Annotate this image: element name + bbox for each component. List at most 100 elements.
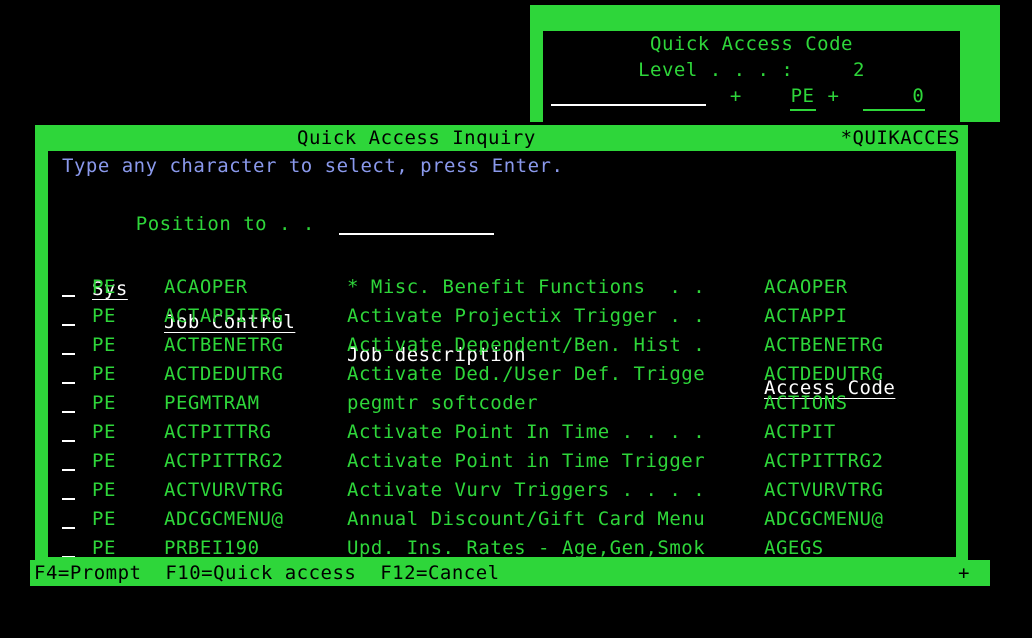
row-select-underscore [62,539,75,557]
row-select-underscore [62,365,75,384]
row-cell-access-code: ACTIONS [764,392,848,414]
main-screen: Type any character to select, press Ente… [48,151,956,557]
row-cell-sys: PE [92,392,116,414]
row-cell-job-control: ACTVURVTRG [164,479,284,501]
row-cell-job-description: Activate Point In Time . . . . [347,421,706,443]
page-title: Quick Access Inquiry [297,127,536,149]
system-name-label: *QUIKACCES [840,127,960,149]
row-select-input[interactable] [62,505,84,534]
table-row[interactable]: PE ACTAPPITRG Activate Projectix Trigger .… [48,302,956,331]
table-row[interactable]: PE ACTDEDUTRG Activate Ded./User Def. Trig… [48,360,956,389]
row-cell-sys: PE [92,334,116,356]
row-cell-sys: PE [92,537,116,557]
row-cell-sys: PE [92,450,116,472]
main-title-bar: Quick Access Inquiry *QUIKACCES [35,125,968,151]
row-cell-job-description: * Misc. Benefit Functions . . [347,276,706,298]
popup-level-spacer [793,59,853,81]
quick-access-code-popup-screen: Quick Access Code Level . . . : 2 + PE +… [543,31,960,122]
row-select-input[interactable] [62,360,84,389]
row-cell-sys: PE [92,363,116,385]
row-cell-access-code: AGEGS [764,537,824,557]
row-cell-sys: PE [92,421,116,443]
row-cell-job-control: PEGMTRAM [164,392,260,414]
row-cell-job-control: PRBEI190 [164,537,260,557]
row-cell-access-code: ACTDEDUTRG [764,363,884,385]
table-row[interactable]: PE ACTPITTRG Activate Point In Time . . . … [48,418,956,447]
more-indicator: + [958,562,970,584]
row-select-input[interactable] [62,534,84,557]
position-gap [315,213,339,235]
row-select-input[interactable] [62,447,84,476]
popup-code-value[interactable]: 0 [863,83,926,111]
popup-spacer-2 [742,85,790,107]
row-cell-job-description: Activate Dependent/Ben. Hist . [347,334,706,356]
function-keys-text[interactable]: F4=Prompt F10=Quick access F12=Cancel [34,560,500,586]
row-select-input[interactable] [62,476,84,505]
row-select-input[interactable] [62,273,84,302]
table-row[interactable]: PE PRBEI190 Upd. Ins. Rates - Age,Gen,Smok… [48,534,956,557]
row-cell-job-description: Activate Ded./User Def. Trigge [347,363,706,385]
row-cell-access-code: ADCGCMENU@ [764,508,884,530]
row-select-underscore [62,481,75,500]
row-cell-access-code: ACTPIT [764,421,836,443]
table-header-row: Sys Job Control Job description Access C… [48,240,956,399]
popup-spacer-1 [706,85,730,107]
row-cell-job-control: ACTDEDUTRG [164,363,284,385]
popup-level-value: 2 [852,59,865,81]
row-cell-job-description: Activate Projectix Trigger . . [347,305,706,327]
table-row[interactable]: PE PEGMTRAM pegmtr softcoder ACTIONS [48,389,956,418]
table-body: PE ACAOPER * Misc. Benefit Functions . . AC… [48,273,956,557]
popup-level-label: Level . . . : [638,59,794,81]
row-cell-access-code: ACAOPER [764,276,848,298]
table-row[interactable]: PE ACTVURVTRG Activate Vurv Triggers . . .… [48,476,956,505]
row-cell-job-description: Annual Discount/Gift Card Menu [347,508,706,530]
row-cell-sys: PE [92,508,116,530]
table-row[interactable]: PE ACTPITTRG2 Activate Point in Time Trigg… [48,447,956,476]
popup-sys-value[interactable]: PE [789,83,816,111]
row-cell-access-code: ACTVURVTRG [764,479,884,501]
row-cell-job-description: Upd. Ins. Rates - Age,Gen,Smok [347,537,706,557]
popup-plus-2: + [827,85,840,107]
row-select-input[interactable] [62,418,84,447]
position-to-label: Position to . . [135,213,315,235]
popup-plus-1: + [729,85,742,107]
row-select-underscore [62,394,75,413]
row-select-underscore [62,278,75,297]
row-cell-sys: PE [92,276,116,298]
row-cell-job-description: Activate Vurv Triggers . . . . [347,479,706,501]
row-cell-job-control: ACTPITTRG [164,421,272,443]
table-row[interactable]: PE ACTBENETRG Activate Dependent/Ben. Hist… [48,331,956,360]
row-cell-job-description: Activate Point in Time Trigger [347,450,706,472]
popup-spacer-3 [816,85,828,107]
row-select-underscore [62,336,75,355]
popup-spacer-4 [839,85,863,107]
popup-code-entry-line: + PE + 0 [543,83,960,111]
row-cell-access-code: ACTBENETRG [764,334,884,356]
position-to-row: Position to . . [48,181,956,235]
row-cell-job-control: ACTAPPITRG [164,305,284,327]
popup-level-line: Level . . . : 2 [543,57,960,83]
row-cell-job-control: ACTPITTRG2 [164,450,284,472]
popup-title: Quick Access Code [650,33,853,55]
row-select-underscore [62,452,75,471]
row-select-underscore [62,423,75,442]
row-cell-sys: PE [92,305,116,327]
row-select-underscore [62,510,75,529]
row-cell-access-code: ACTPITTRG2 [764,450,884,472]
function-key-bar: F4=Prompt F10=Quick access F12=Cancel + [30,560,990,586]
position-to-input[interactable] [338,215,494,235]
table-row[interactable]: PE ACAOPER * Misc. Benefit Functions . . AC… [48,273,956,302]
row-cell-sys: PE [92,479,116,501]
row-cell-job-description: pegmtr softcoder [347,392,539,414]
row-cell-job-control: ACAOPER [164,276,248,298]
row-select-underscore [62,307,75,326]
row-cell-access-code: ACTAPPI [764,305,848,327]
row-cell-job-control: ADCGCMENU@ [164,508,284,530]
row-select-input[interactable] [62,389,84,418]
popup-code-input[interactable] [551,87,706,106]
instruction-text: Type any character to select, press Ente… [62,155,564,177]
row-cell-job-control: ACTBENETRG [164,334,284,356]
table-row[interactable]: PE ADCGCMENU@ Annual Discount/Gift Card Me… [48,505,956,534]
row-select-input[interactable] [62,302,84,331]
row-select-input[interactable] [62,331,84,360]
